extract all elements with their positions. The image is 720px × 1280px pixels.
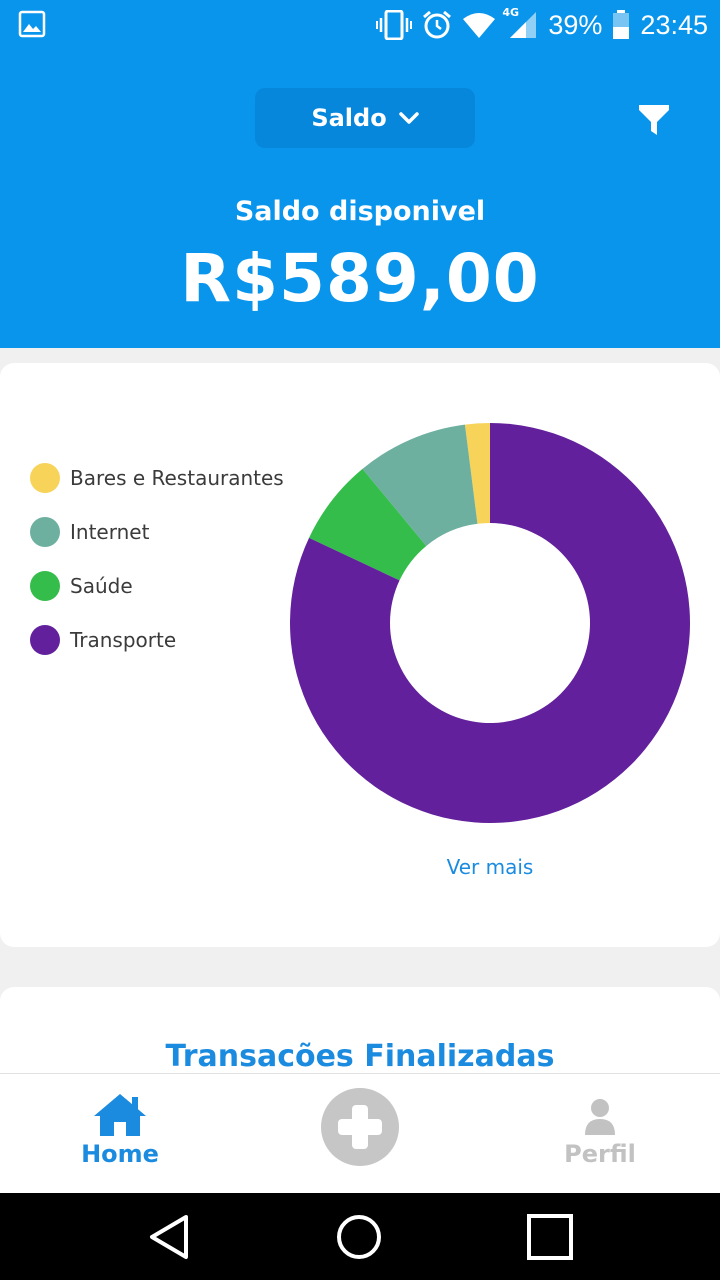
image-notification-icon: [18, 10, 46, 38]
balance-header: Saldo Saldo disponivel R$589,00: [0, 50, 720, 348]
legend-label: Transporte: [70, 628, 177, 652]
legend-label: Saúde: [70, 574, 133, 598]
battery-percent: 39%: [548, 9, 603, 40]
see-more-link[interactable]: Ver mais: [390, 855, 590, 879]
filter-icon[interactable]: [636, 102, 672, 138]
nav-home-label: Home: [81, 1140, 159, 1168]
legend-swatch: [30, 463, 60, 493]
battery-icon: [613, 10, 630, 39]
expenses-chart-card: Bares e Restaurantes Internet Saúde Tran…: [0, 363, 720, 947]
home-icon: [94, 1094, 146, 1136]
legend-swatch: [30, 517, 60, 547]
user-icon: [585, 1099, 615, 1135]
dropdown-label: Saldo: [311, 104, 387, 132]
alarm-icon: [423, 10, 452, 39]
balance-type-dropdown[interactable]: Saldo: [255, 88, 475, 148]
vibrate-icon: [376, 10, 413, 40]
nav-add[interactable]: [240, 1074, 480, 1194]
legend-swatch: [30, 625, 60, 655]
wifi-icon: [463, 13, 496, 38]
clock: 23:45: [640, 9, 708, 40]
back-icon[interactable]: [146, 1213, 194, 1261]
home-circle-icon[interactable]: [335, 1213, 383, 1261]
chart-legend: Bares e Restaurantes Internet Saúde Tran…: [30, 441, 284, 677]
legend-label: Bares e Restaurantes: [70, 466, 284, 490]
balance-value: R$589,00: [180, 240, 540, 317]
recents-icon[interactable]: [526, 1213, 574, 1261]
legend-label: Internet: [70, 520, 150, 544]
status-bar: 4G 39% 23:45: [0, 0, 720, 50]
cell-signal-icon: 4G: [502, 6, 538, 40]
system-navigation-bar: [0, 1193, 720, 1280]
donut-chart: [290, 423, 690, 823]
plus-icon: [338, 1105, 382, 1149]
balance-label: Saldo disponivel: [234, 196, 486, 227]
chevron-down-icon: [398, 112, 419, 124]
bottom-navigation: Home Perfil: [0, 1073, 720, 1193]
add-button[interactable]: [321, 1088, 399, 1166]
legend-item: Transporte: [30, 603, 284, 677]
nav-perfil[interactable]: Perfil: [480, 1074, 720, 1194]
nav-perfil-label: Perfil: [564, 1140, 636, 1168]
network-type-label: 4G: [502, 6, 520, 19]
nav-home[interactable]: Home: [0, 1074, 240, 1194]
legend-swatch: [30, 571, 60, 601]
transactions-title: Transacões Finalizadas: [165, 1039, 555, 1074]
